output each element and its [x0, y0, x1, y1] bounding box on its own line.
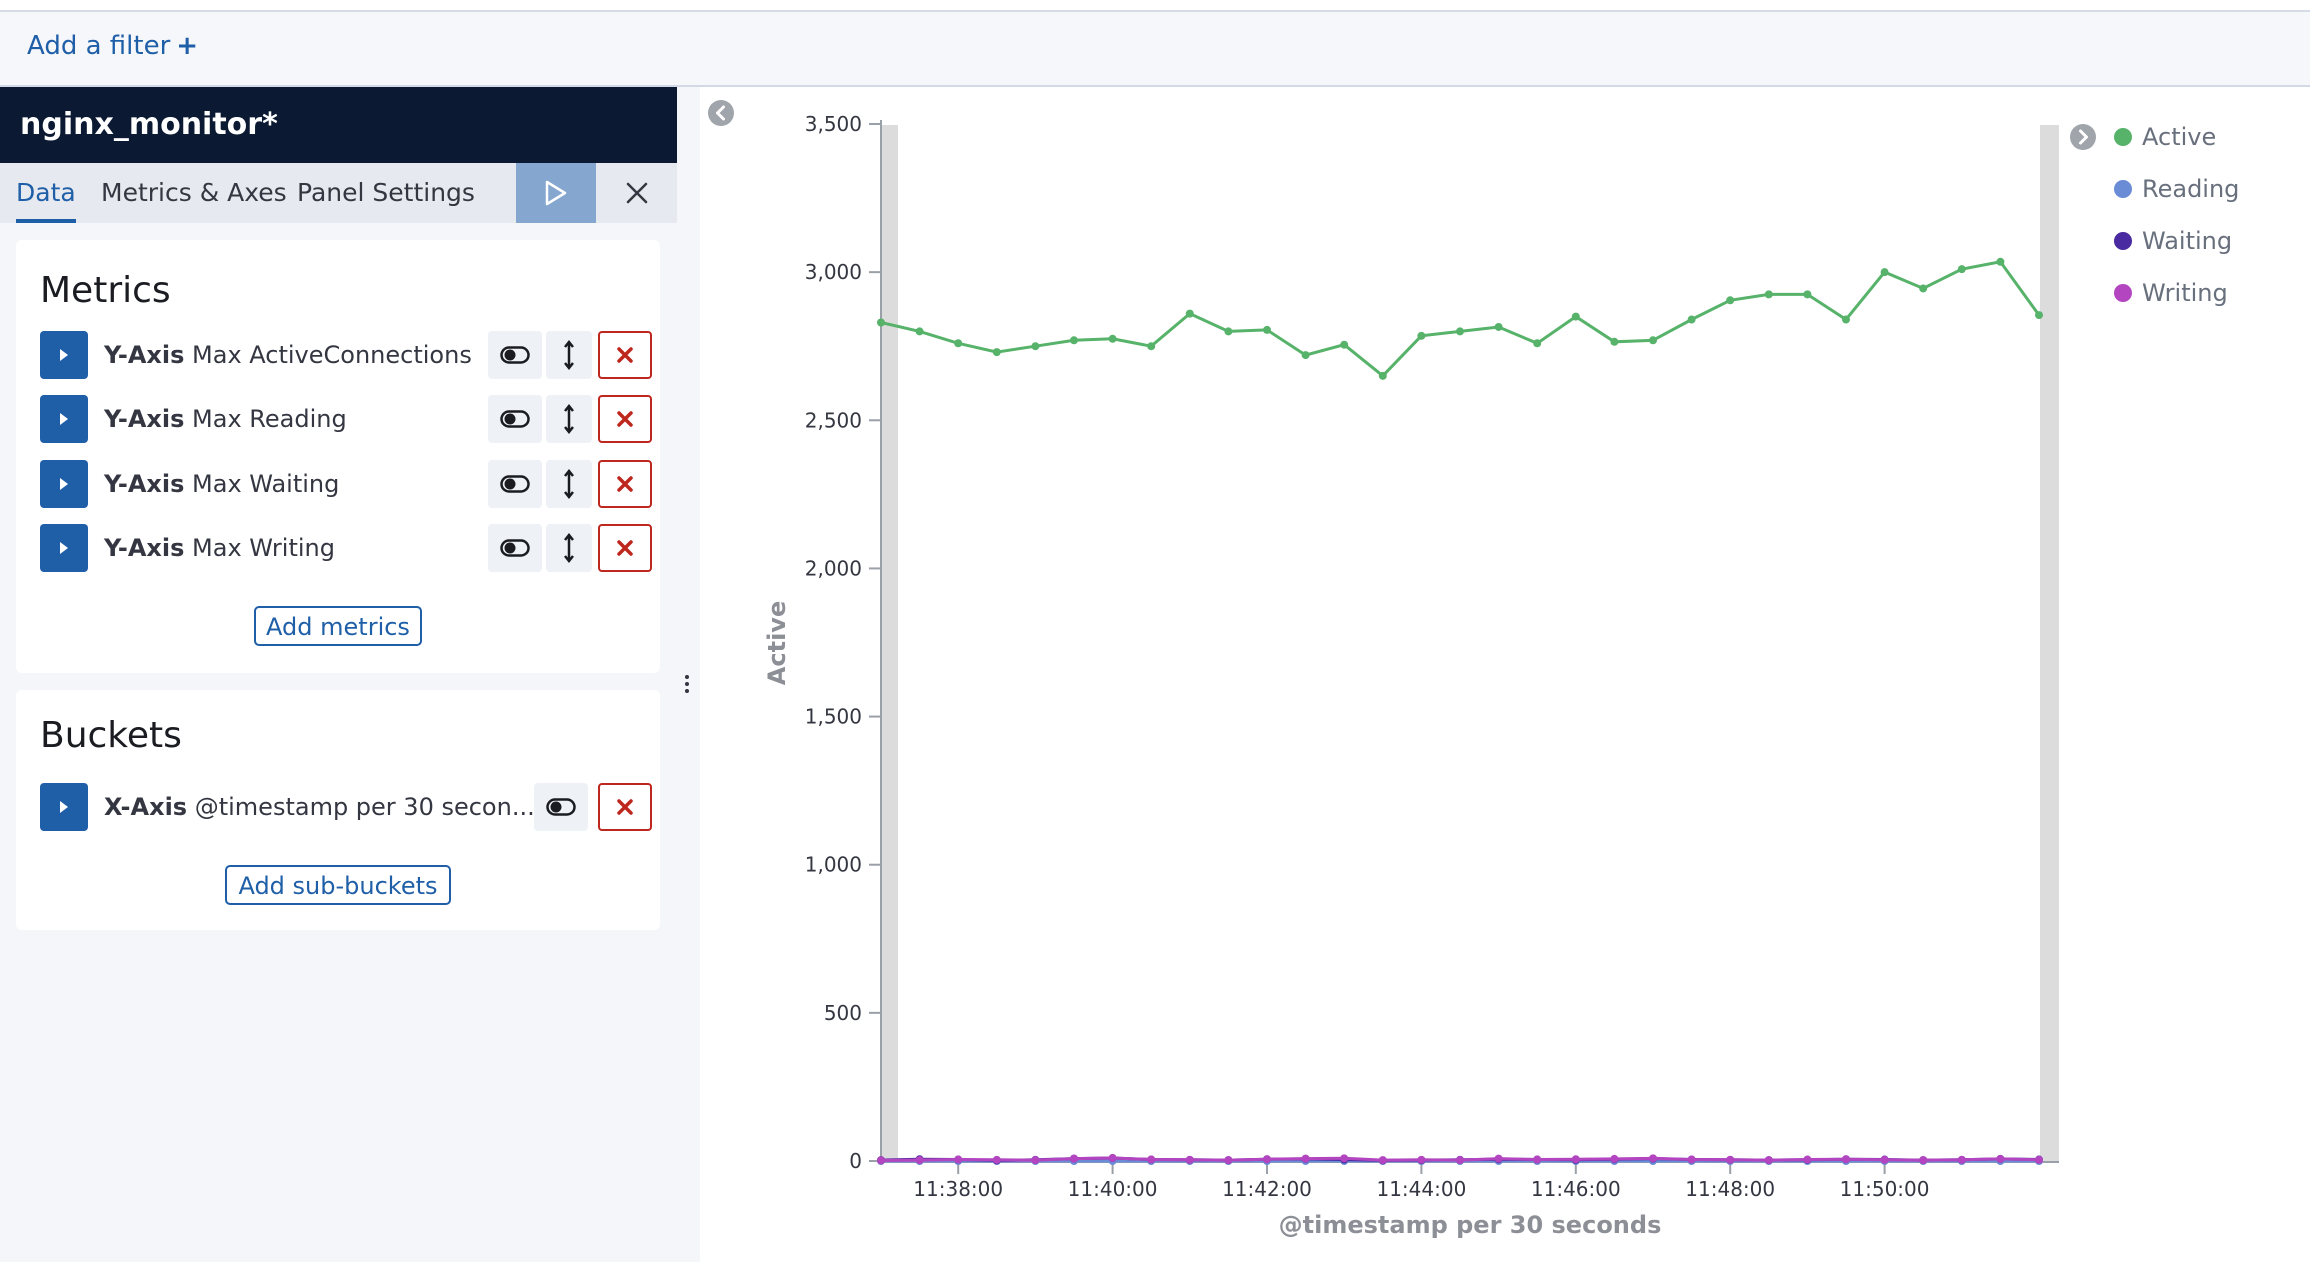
data-point-active: [1533, 339, 1542, 348]
legend-item-reading[interactable]: Reading: [2114, 169, 2239, 209]
series-line-active: [880, 260, 2041, 378]
data-point-active: [1764, 290, 1773, 299]
data-point-active: [992, 348, 1001, 357]
legend-dot: [2114, 232, 2132, 250]
data-point-writing: [1803, 1155, 1812, 1164]
x-tick-label: 11:38:00: [913, 1177, 1003, 1201]
data-point-active: [954, 339, 963, 348]
legend-label: Active: [2142, 123, 2217, 151]
data-point-writing: [1957, 1155, 1966, 1164]
y-tick-label: 3,500: [805, 112, 862, 136]
data-point-active: [1803, 290, 1812, 299]
y-tick-label: 1,500: [805, 705, 862, 729]
data-point-active: [1919, 284, 1928, 293]
data-point-active: [1378, 371, 1387, 380]
data-point-active: [1147, 342, 1156, 351]
data-point-writing: [1610, 1154, 1619, 1163]
data-point-active: [1494, 322, 1503, 331]
chart-edge-band-left: [881, 125, 898, 1161]
legend-dot: [2114, 180, 2132, 198]
data-point-writing: [1842, 1155, 1850, 1164]
collapse-editor-button[interactable]: [707, 99, 735, 131]
data-point-writing: [1147, 1155, 1156, 1164]
data-point-writing: [877, 1156, 885, 1165]
legend-label: Reading: [2142, 175, 2240, 203]
data-point-active: [1842, 315, 1850, 324]
data-point-writing: [915, 1156, 924, 1165]
data-point-active: [1224, 327, 1233, 336]
data-point-active: [1957, 265, 1966, 274]
data-point-active: [1610, 337, 1619, 346]
line-chart: 0 500 1,000 1,500 2,000 2,500 3,000 3,500 11:38…: [763, 112, 2059, 1239]
y-tick-label: 2,000: [805, 556, 862, 580]
data-point-writing: [1687, 1155, 1696, 1164]
x-axis-title: @timestamp per 30 seconds: [1279, 1211, 1662, 1239]
legend-item-waiting[interactable]: Waiting: [2114, 221, 2232, 261]
data-point-active: [1456, 327, 1464, 336]
data-point-active: [1185, 309, 1194, 318]
data-point-writing: [1031, 1156, 1040, 1165]
legend-item-active[interactable]: Active: [2114, 117, 2216, 157]
data-point-active: [1301, 351, 1310, 360]
data-point-writing: [1764, 1156, 1773, 1165]
data-point-active: [1880, 268, 1889, 277]
data-point-writing: [1340, 1154, 1349, 1163]
data-point-active: [1108, 334, 1117, 343]
data-point-writing: [1070, 1154, 1078, 1163]
data-point-writing: [1185, 1155, 1194, 1164]
x-tick-label: 11:44:00: [1376, 1177, 1466, 1201]
legend-item-writing[interactable]: Writing: [2114, 273, 2228, 313]
y-axis-title: Active: [763, 601, 791, 685]
chevron-right-icon: [2070, 124, 2096, 150]
data-point-writing: [1301, 1154, 1310, 1163]
legend-dot: [2114, 128, 2132, 146]
y-tick-label: 500: [824, 1001, 862, 1025]
x-tick-label: 11:50:00: [1840, 1177, 1930, 1201]
data-point-writing: [992, 1155, 1001, 1164]
data-point-active: [1687, 315, 1696, 324]
data-point-writing: [954, 1155, 963, 1164]
data-point-active: [2035, 311, 2043, 320]
legend-label: Writing: [2142, 279, 2228, 307]
data-point-active: [1340, 340, 1349, 349]
data-point-active: [1649, 336, 1657, 345]
data-point-active: [1996, 257, 2005, 266]
data-point-active: [915, 327, 924, 336]
data-point-writing: [1919, 1156, 1928, 1165]
data-point-writing: [2035, 1155, 2043, 1164]
legend-dot: [2114, 284, 2132, 302]
data-point-writing: [1571, 1155, 1580, 1164]
y-tick-label: 0: [849, 1149, 862, 1173]
data-point-active: [1263, 325, 1271, 334]
x-tick-label: 11:42:00: [1222, 1177, 1312, 1201]
chevron-left-icon: [708, 100, 734, 126]
data-point-active: [1070, 336, 1078, 345]
data-point-writing: [1494, 1154, 1503, 1163]
data-point-writing: [1533, 1155, 1542, 1164]
data-point-active: [1571, 312, 1580, 321]
data-point-active: [1726, 296, 1735, 305]
x-tick-label: 11:48:00: [1685, 1177, 1775, 1201]
data-point-writing: [1417, 1155, 1426, 1164]
x-tick-label: 11:46:00: [1531, 1177, 1621, 1201]
data-point-writing: [1108, 1154, 1117, 1163]
toggle-legend-button[interactable]: [2069, 123, 2097, 155]
data-point-active: [877, 318, 885, 327]
data-point-active: [1031, 342, 1040, 351]
data-point-writing: [1996, 1154, 2005, 1163]
legend-label: Waiting: [2142, 227, 2233, 255]
y-tick-label: 3,000: [805, 260, 862, 284]
y-tick-label: 1,000: [805, 853, 862, 877]
data-point-writing: [1880, 1155, 1889, 1164]
data-point-writing: [1456, 1156, 1464, 1165]
data-point-active: [1417, 331, 1426, 340]
y-tick-label: 2,500: [805, 408, 862, 432]
x-tick-label: 11:40:00: [1068, 1177, 1158, 1201]
data-point-writing: [1378, 1156, 1387, 1165]
data-point-writing: [1649, 1154, 1657, 1163]
chart-edge-band-right: [2040, 125, 2059, 1161]
data-point-writing: [1224, 1156, 1233, 1165]
data-point-writing: [1726, 1155, 1735, 1164]
data-point-writing: [1263, 1155, 1271, 1164]
